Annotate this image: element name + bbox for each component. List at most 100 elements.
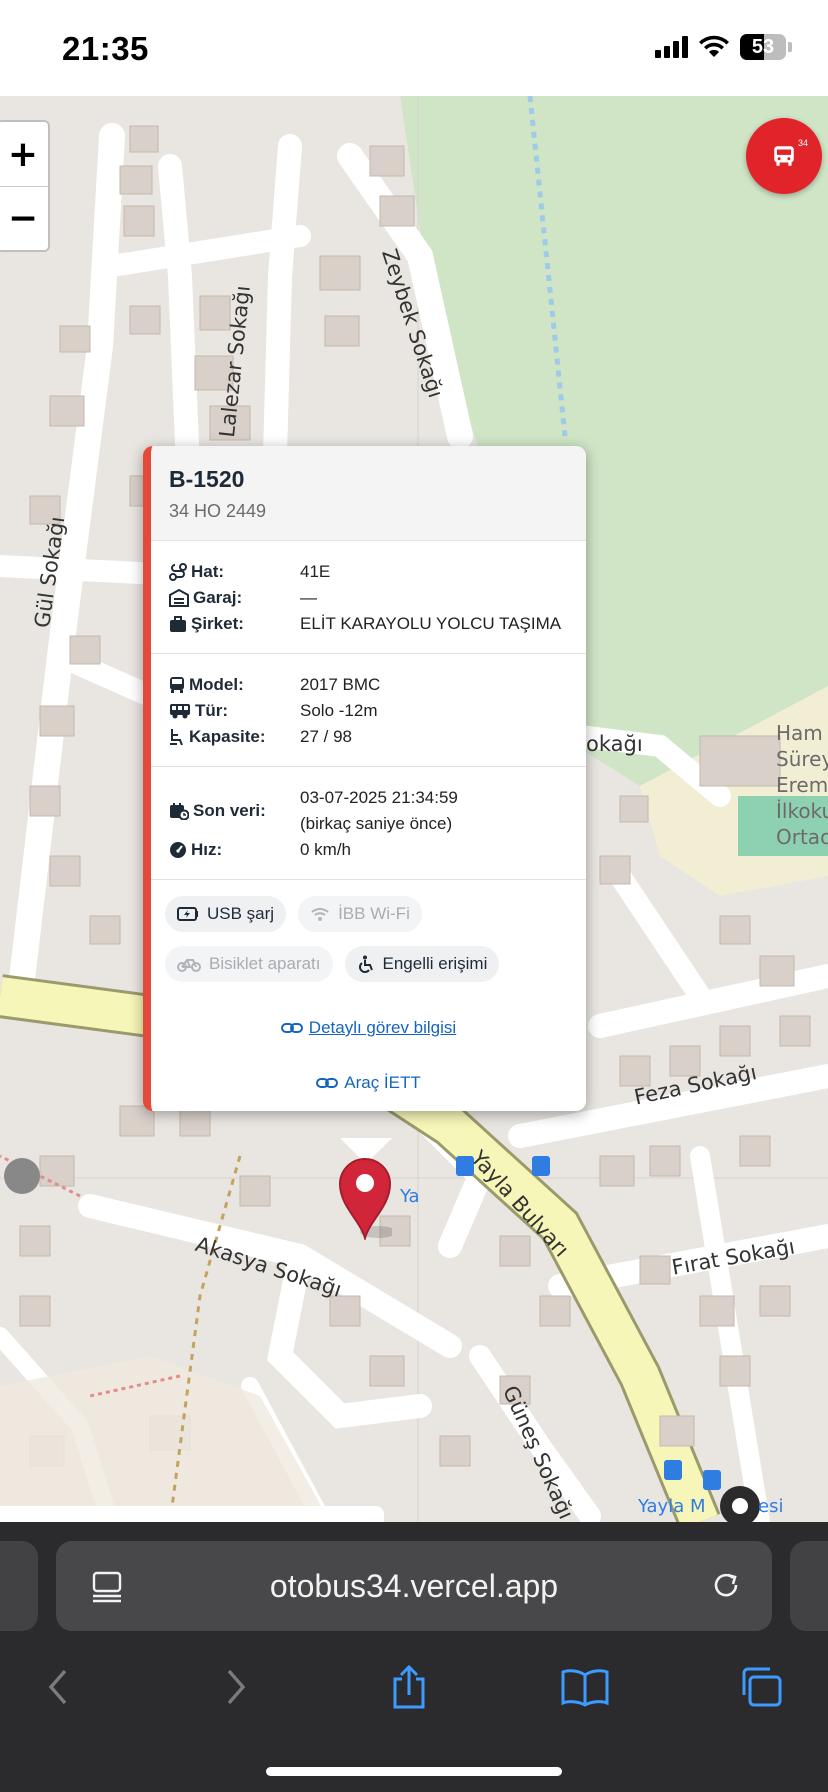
address-bar-url: otobus34.vercel.app (269, 1567, 559, 1604)
school-line: İlkoku (776, 799, 828, 823)
hiz-label: Hız: (191, 840, 223, 859)
kapasite-value: 27 / 98 (300, 727, 352, 746)
stop-label-yayla: Yayla M (638, 1496, 706, 1517)
share-icon (393, 1664, 425, 1709)
chip-wifi-label: İBB Wi-Fi (338, 904, 410, 923)
kapasite-label: Kapasite: (189, 727, 266, 746)
popup-section-status: Son veri: 03-07-2025 21:34:59 (birkaç sa… (151, 767, 586, 880)
bicycle-icon (177, 959, 201, 972)
zoom-control: + − (0, 120, 50, 252)
task-detail-link[interactable]: Detaylı görev bilgisi (280, 1018, 457, 1038)
chip-accessibility-label: Engelli erişimi (382, 954, 488, 973)
wifi-icon (311, 908, 329, 921)
reload-icon[interactable] (706, 1565, 746, 1605)
bus-side-icon (170, 704, 190, 719)
battery-level: 53 (751, 35, 775, 58)
status-time: 21:35 (62, 30, 149, 67)
vehicle-iett-link-label: Araç İETT (344, 1073, 421, 1092)
forward-button[interactable] (200, 1652, 270, 1722)
tur-label: Tür: (195, 701, 229, 720)
link-icon (280, 1023, 303, 1033)
bus-front-icon (170, 677, 184, 693)
chip-wifi: İBB Wi-Fi (298, 896, 422, 932)
model-value: 2017 BMC (300, 675, 381, 694)
battery-charge-icon (177, 907, 198, 921)
warehouse-icon (169, 589, 189, 607)
sirket-label: Şirket: (191, 614, 244, 633)
next-tab-preview[interactable] (790, 1541, 828, 1631)
calendar-clock-icon (170, 803, 189, 820)
info-row-son-veri: Son veri: 03-07-2025 21:34:59 (birkaç sa… (169, 785, 568, 837)
chip-accessibility: Engelli erişimi (344, 946, 500, 982)
popup-links: Detaylı görev bilgisi Araç İETT (151, 988, 586, 1096)
school-line: Sürey (776, 747, 828, 771)
home-indicator (266, 1767, 562, 1776)
status-bar: 21:35 53 (0, 0, 828, 96)
vehicle-popup: B-1520 34 HO 2449 Hat: 41E Garaj: — Şirk… (143, 446, 586, 1111)
feature-chips: USB şarj İBB Wi-Fi Bisiklet aparatı Enge… (151, 880, 586, 988)
browser-nav-row (0, 1652, 828, 1732)
previous-tab-preview[interactable] (0, 1541, 38, 1631)
fab-badge: 34 (797, 138, 808, 148)
tur-value: Solo -12m (300, 701, 378, 720)
popup-header: B-1520 34 HO 2449 (151, 446, 586, 541)
task-detail-link-label: Detaylı görev bilgisi (308, 1018, 457, 1037)
bus-icon (774, 146, 794, 166)
status-icons: 53 (655, 34, 792, 60)
wheelchair-icon (358, 955, 373, 973)
chip-usb: USB şarj (165, 896, 287, 932)
map-bottom-strip (0, 1506, 384, 1522)
son-veri-label: Son veri: (193, 801, 266, 820)
school-line: Ortaok (776, 825, 828, 849)
chip-bike-label: Bisiklet aparatı (209, 954, 321, 973)
seat-icon (170, 729, 183, 746)
school-label: Ham Sürey Erem İlkoku Ortaok (776, 720, 828, 850)
vehicle-door-number: B-1520 (169, 466, 245, 492)
info-row-kapasite: Kapasite: 27 / 98 (169, 724, 568, 750)
tabs-button[interactable] (726, 1652, 796, 1722)
popup-section-route: Hat: 41E Garaj: — Şirket: ELİT KARAYOLU … (151, 541, 586, 654)
back-button[interactable] (24, 1652, 94, 1722)
share-button[interactable] (374, 1652, 444, 1722)
map-marker-icon[interactable] (338, 1156, 392, 1240)
bookmarks-button[interactable] (550, 1652, 620, 1722)
battery-icon: 53 (740, 34, 786, 60)
school-line: Erem (776, 773, 828, 797)
chevron-left-icon (48, 1669, 67, 1705)
book-icon (561, 1669, 609, 1707)
zoom-in-button[interactable]: + (0, 122, 48, 186)
hiz-value: 0 km/h (300, 840, 352, 859)
chevron-right-icon (227, 1669, 246, 1705)
hat-label: Hat: (191, 562, 225, 581)
garaj-label: Garaj: (193, 588, 243, 607)
school-line: Ham (776, 721, 823, 745)
info-row-hat: Hat: 41E (169, 559, 568, 585)
street-label-kagi: okağı (586, 732, 643, 756)
model-label: Model: (189, 675, 244, 694)
stop-label-ya: Ya (400, 1186, 420, 1207)
page-menu-icon[interactable] (90, 1569, 124, 1603)
info-row-sirket: Şirket: ELİT KARAYOLU YOLCU TAŞIMA (169, 611, 568, 637)
chip-bike: Bisiklet aparatı (165, 946, 333, 982)
info-row-hiz: Hız: 0 km/h (169, 837, 568, 863)
info-row-model: Model: 2017 BMC (169, 672, 568, 698)
speedometer-icon (170, 842, 186, 858)
chip-usb-label: USB şarj (207, 904, 275, 923)
popup-section-vehicle: Model: 2017 BMC Tür: Solo -12m Kapasite:… (151, 654, 586, 767)
zoom-out-button[interactable]: − (0, 186, 48, 250)
sirket-value: ELİT KARAYOLU YOLCU TAŞIMA (300, 614, 562, 633)
vehicle-iett-link[interactable]: Araç İETT (316, 1073, 421, 1093)
stop-label-esi: esi (758, 1496, 784, 1517)
bus-fab-button[interactable]: 34 (746, 118, 822, 194)
browser-toolbar: otobus34.vercel.app (0, 1522, 828, 1792)
vehicle-plate: 34 HO 2449 (169, 501, 267, 521)
son-veri-value: 03-07-2025 21:34:59 (300, 788, 458, 807)
route-icon (169, 563, 187, 581)
hat-value: 41E (300, 562, 331, 581)
address-bar[interactable]: otobus34.vercel.app (56, 1541, 772, 1631)
wifi-icon (699, 35, 729, 57)
son-veri-relative: (birkaç saniye önce) (300, 814, 453, 833)
link-icon (316, 1078, 339, 1088)
tabs-icon (742, 1667, 782, 1707)
garaj-value: — (300, 588, 317, 607)
